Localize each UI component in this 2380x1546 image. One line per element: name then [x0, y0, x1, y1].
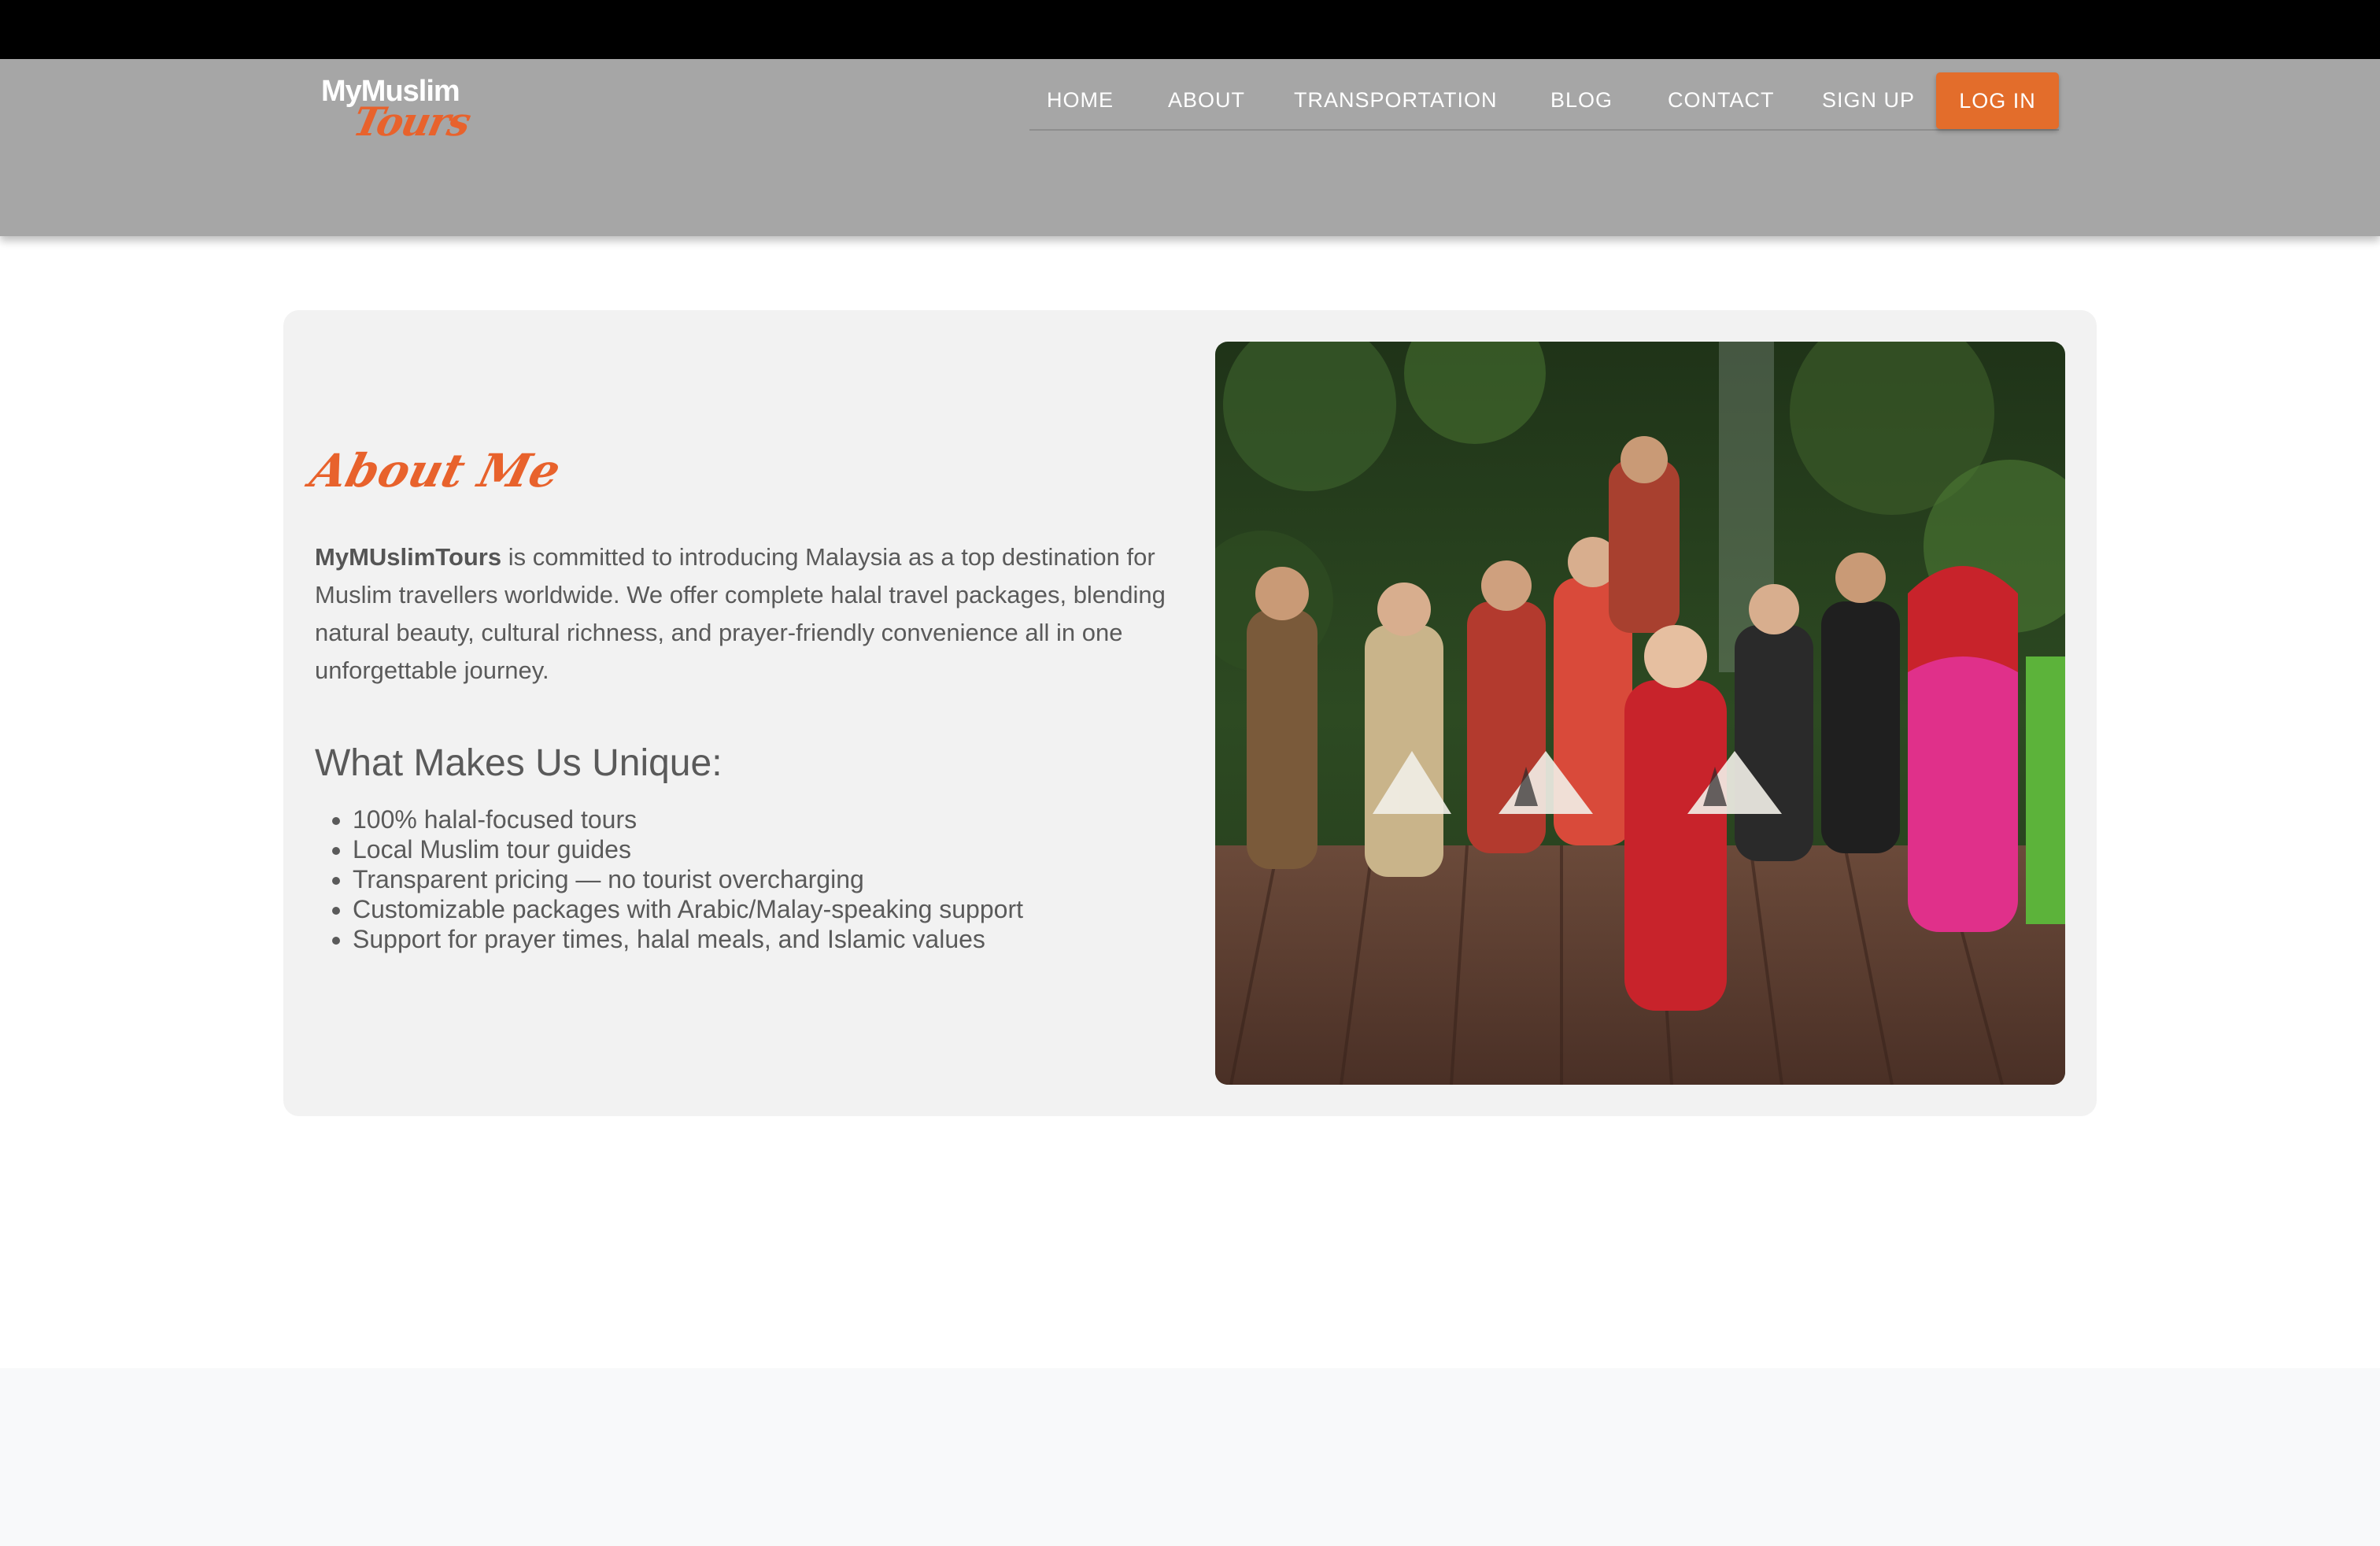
footer-band [0, 1368, 2380, 1546]
about-brand-name: MyMUslimTours [315, 543, 502, 571]
browser-top-bar [0, 0, 2380, 59]
unique-title: What Makes Us Unique: [315, 742, 722, 784]
list-item: Support for prayer times, halal meals, a… [353, 924, 1023, 954]
cultural-dancers-photo [1215, 342, 2065, 1085]
site-header: MyMuslim Tours HOME ABOUT TRANSPORTATION… [0, 59, 2380, 236]
unique-list: 100% halal-focused tours Local Muslim to… [315, 804, 1023, 954]
nav-home[interactable]: HOME [1047, 88, 1114, 113]
list-item: 100% halal-focused tours [353, 804, 1023, 834]
about-card: About Me MyMUslimTours is committed to i… [283, 310, 2097, 1116]
list-item: Customizable packages with Arabic/Malay-… [353, 894, 1023, 924]
nav-contact[interactable]: CONTACT [1668, 88, 1775, 113]
list-item: Transparent pricing — no tourist overcha… [353, 864, 1023, 894]
photo-image [1215, 342, 2065, 1085]
login-button[interactable]: LOG IN [1936, 72, 2059, 129]
nav-about[interactable]: ABOUT [1168, 88, 1245, 113]
main-nav: HOME ABOUT TRANSPORTATION BLOG CONTACT S… [1029, 72, 2059, 131]
about-title: About Me [305, 444, 566, 497]
nav-transportation[interactable]: TRANSPORTATION [1294, 88, 1498, 113]
nav-sign-up[interactable]: SIGN UP [1822, 88, 1915, 113]
nav-blog[interactable]: BLOG [1550, 88, 1613, 113]
logo-text-bottom: Tours [349, 98, 474, 145]
list-item: Local Muslim tour guides [353, 834, 1023, 864]
about-description: MyMUslimTours is committed to introducin… [315, 538, 1181, 690]
site-logo[interactable]: MyMuslim Tours [318, 75, 475, 153]
